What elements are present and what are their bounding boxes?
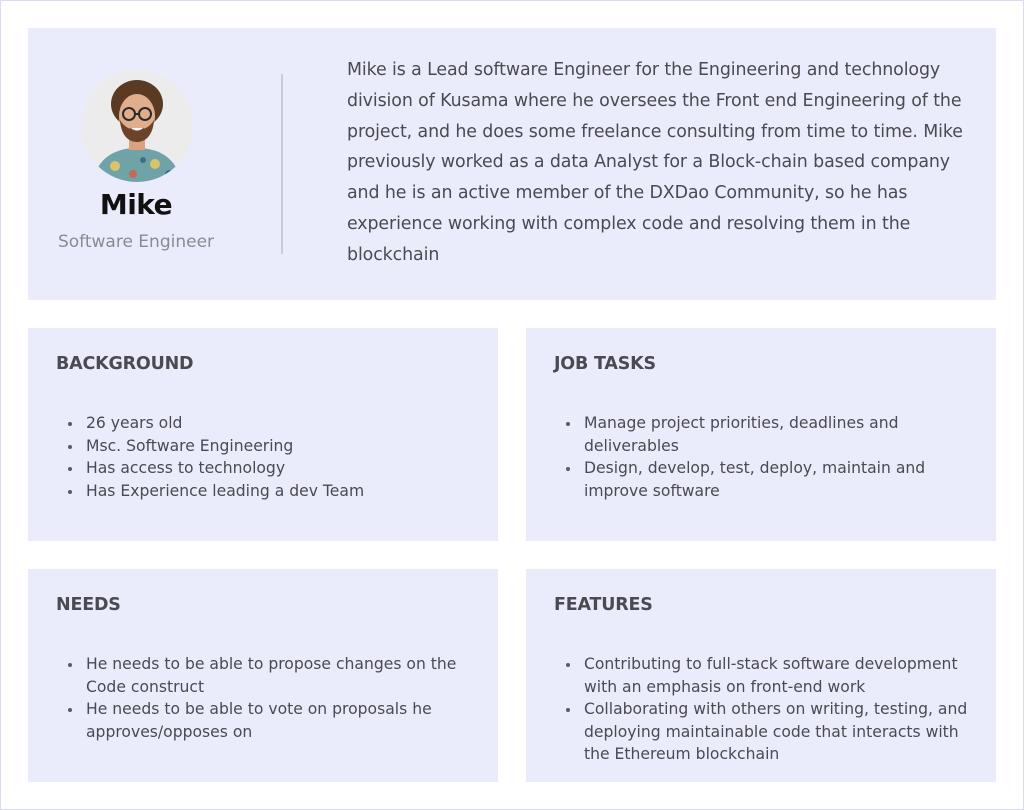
- profile-name: Mike: [99, 188, 173, 221]
- features-card: FEATURES Contributing to full-stack soft…: [526, 569, 996, 782]
- needs-title: NEEDS: [56, 595, 121, 615]
- background-card: BACKGROUND 26 years old Msc. Software En…: [28, 328, 498, 541]
- profile-card: Mike Software Engineer Mike is a Lead so…: [28, 28, 996, 300]
- background-list: 26 years old Msc. Software Engineering H…: [56, 412, 476, 502]
- profile-divider: [281, 74, 283, 254]
- avatar-illustration: [81, 70, 193, 182]
- features-list: Contributing to full-stack software deve…: [554, 653, 979, 766]
- profile-bio: Mike is a Lead software Engineer for the…: [347, 60, 963, 265]
- needs-list: He needs to be able to propose changes o…: [56, 653, 471, 743]
- list-item: Has Experience leading a dev Team: [56, 480, 476, 503]
- list-item: Msc. Software Engineering: [56, 435, 476, 458]
- list-item: Design, develop, test, deploy, maintain …: [554, 457, 929, 502]
- background-title: BACKGROUND: [56, 354, 194, 374]
- list-item: Collaborating with others on writing, te…: [554, 698, 979, 766]
- list-item: Manage project priorities, deadlines and…: [554, 412, 929, 457]
- list-item: Contributing to full-stack software deve…: [554, 653, 979, 698]
- job-tasks-list: Manage project priorities, deadlines and…: [554, 412, 929, 502]
- list-item: He needs to be able to propose changes o…: [56, 653, 471, 698]
- list-item: He needs to be able to vote on proposals…: [56, 698, 471, 743]
- needs-card: NEEDS He needs to be able to propose cha…: [28, 569, 498, 782]
- profile-role: Software Engineer: [57, 232, 215, 252]
- avatar: [81, 70, 193, 182]
- features-title: FEATURES: [554, 595, 653, 615]
- list-item: Has access to technology: [56, 457, 476, 480]
- job-tasks-card: JOB TASKS Manage project priorities, dea…: [526, 328, 996, 541]
- job-tasks-title: JOB TASKS: [554, 354, 656, 374]
- list-item: 26 years old: [56, 412, 476, 435]
